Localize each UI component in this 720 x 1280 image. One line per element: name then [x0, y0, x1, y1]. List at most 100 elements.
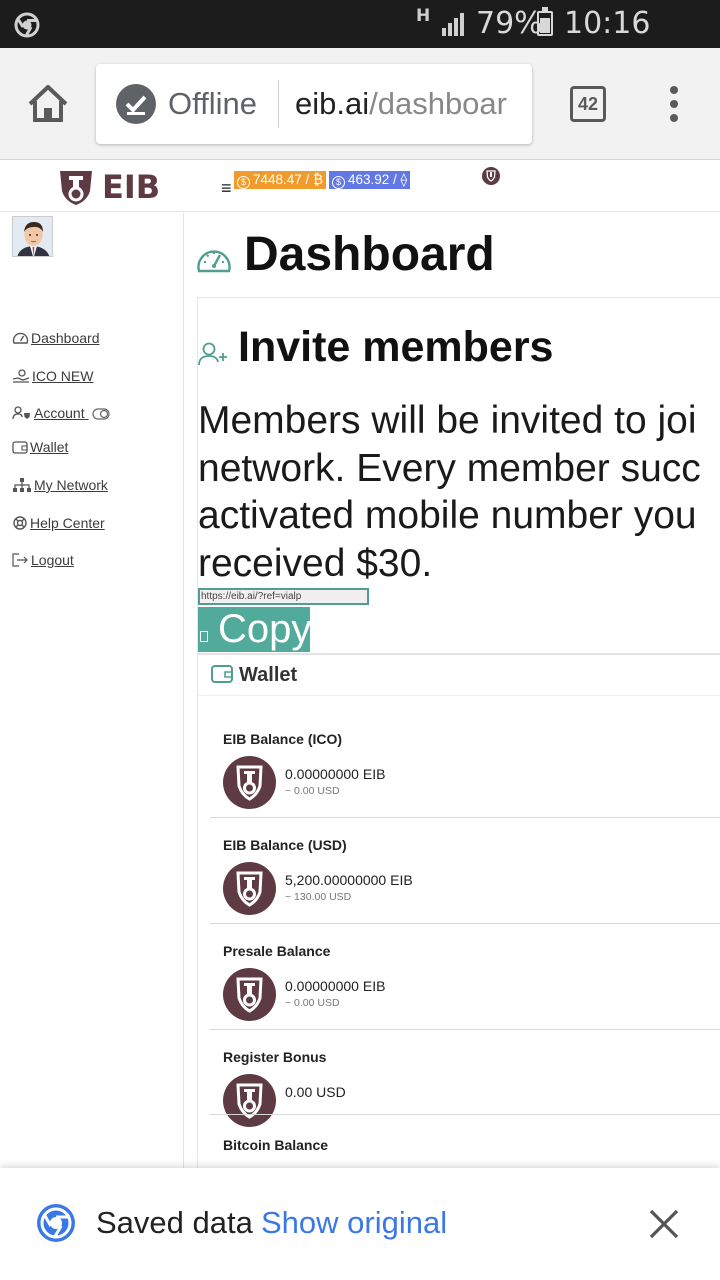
sidebar-item-account[interactable]: Account: [12, 403, 112, 423]
url-text[interactable]: eib.ai/dashboar: [295, 84, 507, 124]
omnibox-divider: [278, 80, 279, 128]
invite-text-line: network. Every member succ: [198, 446, 701, 490]
gauge-icon: [12, 332, 29, 344]
user-shield-icon: [12, 406, 30, 420]
logo-text[interactable]: EIB: [102, 167, 160, 207]
main-content: Dashboard Invite members Members will be…: [184, 213, 720, 1168]
close-icon[interactable]: [648, 1208, 680, 1240]
chrome-icon: [36, 1203, 76, 1248]
web-page: EIB ≡ $7448.47 / ₿ $463.92 / ⟠ Dashboard…: [0, 161, 720, 1168]
hamburger-menu-icon[interactable]: ≡: [221, 179, 232, 197]
sidebar: Dashboard ICO NEW Account Wallet My Netw…: [0, 213, 184, 1168]
copy-button[interactable]: Copy: [198, 607, 312, 652]
wallet-icon: [211, 665, 233, 683]
balance-item: EIB Balance (USD) 5,200.00000000 EIB ~ 1…: [210, 836, 720, 942]
referral-link-input[interactable]: https://eib.ai/?ref=vialp: [198, 588, 369, 605]
invite-title: Invite members: [238, 323, 554, 371]
chrome-notification-icon: [14, 12, 40, 43]
balance-usd: ~ 0.00 USD: [285, 785, 340, 797]
balance-item: Register Bonus 0.00 USD: [210, 1048, 720, 1138]
sidebar-item-help-center[interactable]: Help Center: [12, 513, 105, 533]
btc-price-ticker: $7448.47 / ₿: [234, 171, 327, 189]
omnibox[interactable]: Offline eib.ai/dashboar: [96, 64, 532, 144]
invite-text-line: received $30.: [198, 541, 433, 585]
home-icon[interactable]: [22, 78, 74, 130]
sidebar-item-wallet[interactable]: Wallet: [12, 437, 68, 457]
gauge-icon: [196, 244, 232, 279]
hand-coin-icon: [12, 369, 30, 383]
url-path: /dashboar: [369, 86, 507, 121]
balance-label: Bitcoin Balance: [223, 1137, 329, 1153]
browser-toolbar: Offline eib.ai/dashboar 42: [0, 48, 720, 160]
balance-amount: 5,200.00000000 EIB: [285, 872, 413, 888]
sidebar-item-label: Logout: [31, 552, 74, 568]
network-type-badge: H: [416, 6, 431, 26]
sidebar-item-label: Help Center: [30, 515, 105, 531]
sign-out-icon: [12, 553, 28, 567]
offline-check-icon: [116, 84, 156, 124]
sidebar-item-logout[interactable]: Logout: [12, 550, 74, 570]
status-bar: H 79% 10:16 a.m.: [0, 0, 720, 72]
wallet-section-header: Wallet: [198, 653, 720, 696]
eib-badge-icon[interactable]: [482, 167, 500, 185]
balance-usd: ~ 130.00 USD: [285, 891, 352, 903]
invite-text-line: Members will be invited to joi: [198, 399, 697, 442]
eib-coin-icon: [223, 862, 276, 915]
add-user-icon: [198, 342, 228, 371]
btc-price: 7448.47 / ₿: [253, 172, 324, 187]
balance-amount: 0.00000000 EIB: [285, 978, 386, 994]
balance-item: EIB Balance (ICO) 0.00000000 EIB ~ 0.00 …: [210, 730, 720, 836]
dashboard-panel: Invite members Members will be invited t…: [197, 297, 720, 1168]
sidebar-item-label: Dashboard: [31, 330, 100, 346]
divider: [210, 817, 720, 818]
offline-label: Offline: [168, 86, 258, 121]
eib-coin-icon: [223, 968, 276, 1021]
copy-button-label: Copy: [218, 607, 312, 651]
page-title: Dashboard: [244, 228, 495, 281]
tab-switcher-button[interactable]: 42: [570, 86, 606, 122]
dollar-coin-icon: $: [332, 176, 345, 189]
sidebar-item-label: My Network: [34, 477, 108, 493]
balance-item: Bitcoin Balance: [210, 1136, 720, 1168]
toggle-icon[interactable]: [92, 408, 111, 420]
sidebar-item-dashboard[interactable]: Dashboard: [12, 328, 100, 348]
balance-label: EIB Balance (ICO): [223, 731, 343, 747]
clipboard-icon: [200, 631, 208, 642]
overflow-menu-icon[interactable]: [664, 86, 684, 126]
sidebar-item-label: Wallet: [30, 439, 69, 455]
battery-percent: 79%: [476, 6, 543, 41]
balance-amount: 0.00 USD: [285, 1084, 346, 1100]
sitemap-icon: [13, 478, 31, 492]
battery-icon: [537, 7, 553, 36]
site-header: EIB ≡ $7448.47 / ₿ $463.92 / ⟠: [0, 161, 720, 212]
divider: [210, 923, 720, 924]
wallet-icon: [12, 441, 28, 454]
wallet-section-title: Wallet: [239, 664, 298, 686]
saved-data-text: Saved data: [96, 1205, 253, 1240]
eib-coin-icon: [223, 1074, 276, 1127]
sidebar-item-my-network[interactable]: My Network: [12, 475, 108, 495]
balance-label: Register Bonus: [223, 1049, 327, 1065]
signal-icon: [440, 12, 468, 41]
balance-label: EIB Balance (USD): [223, 837, 347, 853]
sidebar-item-label: ICO NEW: [32, 368, 94, 384]
divider: [210, 1029, 720, 1030]
dollar-coin-icon: $: [237, 176, 250, 189]
url-host: eib.ai: [295, 86, 370, 121]
data-saver-bar: Saved data Show original: [0, 1168, 720, 1280]
balance-item: Presale Balance 0.00000000 EIB ~ 0.00 US…: [210, 942, 720, 1048]
balance-amount: 0.00000000 EIB: [285, 766, 386, 782]
divider: [210, 1114, 720, 1115]
eth-price: 463.92 / ⟠: [348, 172, 408, 187]
balance-usd: ~ 0.00 USD: [285, 997, 340, 1009]
sidebar-item-label: Account: [34, 405, 85, 421]
avatar[interactable]: [12, 216, 53, 257]
balance-label: Presale Balance: [223, 943, 331, 959]
invite-text-line: activated mobile number you: [198, 494, 697, 537]
invite-description: Members will be invited to joi network. …: [198, 397, 720, 587]
show-original-link[interactable]: Show original: [261, 1204, 447, 1242]
eth-price-ticker: $463.92 / ⟠: [329, 171, 411, 189]
eib-coin-icon: [223, 756, 276, 809]
sidebar-item-ico-new[interactable]: ICO NEW: [12, 366, 93, 386]
lifebuoy-icon: [13, 516, 27, 530]
